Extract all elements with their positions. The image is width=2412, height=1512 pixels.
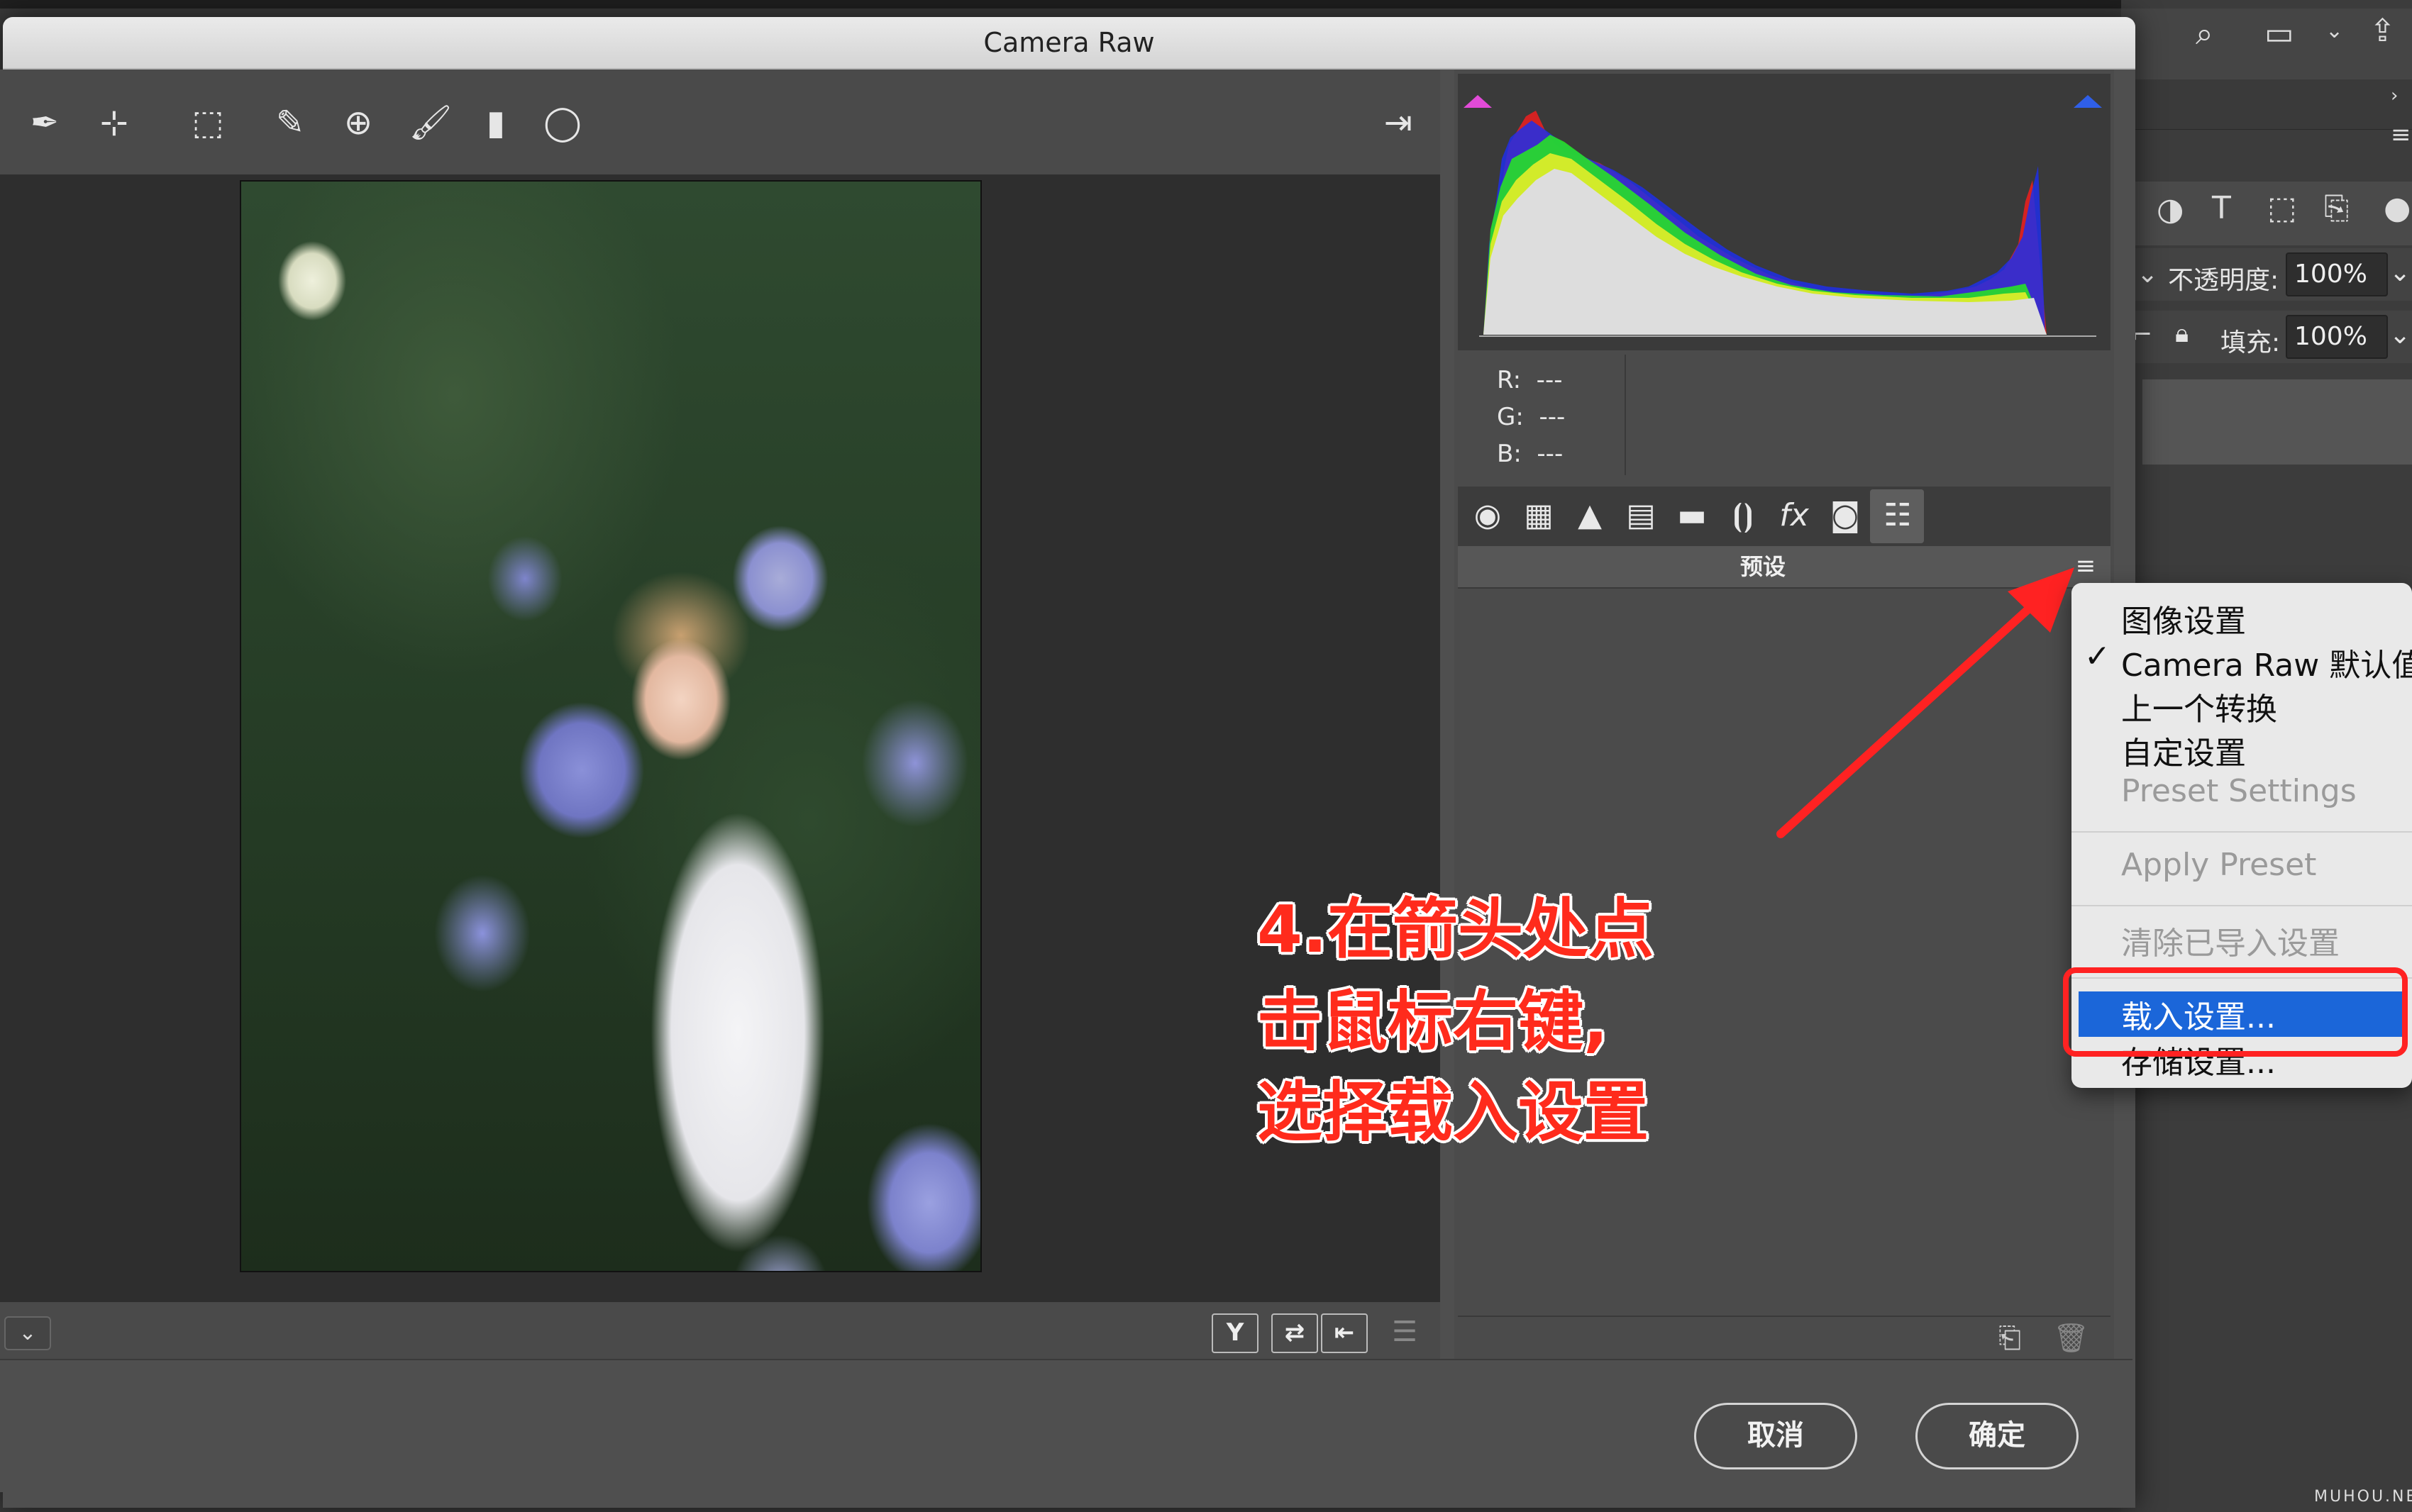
- trash-icon[interactable]: 🗑︎: [2053, 1321, 2089, 1356]
- view-settings-icon[interactable]: ☰: [1383, 1312, 1426, 1352]
- cancel-button[interactable]: 取消: [1694, 1403, 1857, 1469]
- graduated-filter-icon[interactable]: ▮: [471, 98, 521, 148]
- red-eye-icon[interactable]: ⊕: [333, 98, 383, 148]
- menu-separator: [2071, 831, 2412, 833]
- basic-icon[interactable]: ◉: [1463, 492, 1512, 539]
- r-readout: R: ---: [1497, 366, 1563, 394]
- menu-separator: [2071, 905, 2412, 906]
- layer-row[interactable]: [2142, 379, 2412, 465]
- tone-curve-icon[interactable]: ▦: [1514, 492, 1564, 539]
- menu-item-previous-conversion[interactable]: 上一个转换: [2121, 684, 2277, 729]
- lock-icon[interactable]: 🔒︎: [2175, 319, 2189, 349]
- adjustment-brush-icon[interactable]: 🖌︎: [406, 98, 455, 148]
- swap-settings-icon[interactable]: ⇄: [1271, 1313, 1318, 1353]
- chevron-right-icon[interactable]: ›: [2391, 85, 2398, 106]
- split-toning-icon[interactable]: ▬: [1667, 492, 1717, 539]
- annotation-line-2: 击鼠标右键,: [1257, 984, 1608, 1060]
- share-icon[interactable]: ⇪: [2369, 13, 2396, 49]
- shape-filter-icon[interactable]: ⬚: [2267, 190, 2297, 226]
- zoom-dropdown-button[interactable]: ⌄: [4, 1316, 51, 1350]
- adjustment-filter-icon[interactable]: ◑: [2157, 191, 2184, 228]
- g-readout: G: ---: [1497, 403, 1566, 431]
- chevron-down-icon[interactable]: ⌄: [2325, 18, 2343, 43]
- camera-calibration-icon[interactable]: ◙: [1820, 492, 1870, 539]
- chevron-down-icon[interactable]: ⌄: [2137, 260, 2158, 289]
- annotation-highlight-box: [2063, 967, 2408, 1057]
- histogram: [1458, 74, 2110, 350]
- annotation-line-1: 4.在箭头处点: [1257, 891, 1654, 967]
- transform-icon[interactable]: ⬚: [183, 98, 233, 148]
- effects-icon[interactable]: fx: [1769, 492, 1819, 539]
- search-icon[interactable]: ⌕: [2196, 16, 2213, 52]
- annotation-arrow: [1776, 567, 2074, 838]
- opacity-field[interactable]: 100%: [2286, 252, 2388, 296]
- chevron-down-icon[interactable]: ⌄: [2389, 258, 2411, 287]
- menu-item-camera-raw-defaults[interactable]: Camera Raw 默认值: [2121, 640, 2412, 685]
- ok-button[interactable]: 确定: [1915, 1403, 2079, 1469]
- panel-menu-icon[interactable]: ≡: [2391, 121, 2411, 149]
- menu-item-image-settings[interactable]: 图像设置: [2121, 596, 2246, 641]
- title-bar[interactable]: Camera Raw: [3, 17, 2135, 70]
- photoshop-panel-strip: [2121, 79, 2412, 130]
- menu-item-preset-settings: Preset Settings: [2121, 773, 2357, 809]
- menu-item-custom-settings[interactable]: 自定设置: [2121, 728, 2246, 773]
- fill-label: 填充:: [2220, 328, 2281, 357]
- chevron-down-icon[interactable]: ⌄: [2389, 321, 2411, 350]
- preview-photo: [240, 180, 982, 1272]
- menu-item-clear-imported-settings: 清除已导入设置: [2121, 925, 2340, 962]
- photoshop-menubar: [0, 0, 2412, 9]
- fill-field[interactable]: 100%: [2286, 315, 2388, 359]
- color-sampler-icon[interactable]: ⊹: [89, 98, 139, 148]
- tool-bar: ✒ ⊹ ⬚ ✎ ⊕ 🖌︎ ▮ ◯ ⇥: [0, 70, 1440, 174]
- menu-item-apply-preset: Apply Preset: [2121, 847, 2317, 883]
- annotation-line-3: 选择载入设置: [1257, 1074, 1649, 1150]
- fullscreen-toggle-icon[interactable]: ⇥: [1373, 98, 1423, 148]
- type-filter-icon[interactable]: T: [2212, 190, 2231, 226]
- smart-object-filter-icon[interactable]: ⎘: [2324, 190, 2349, 226]
- presets-icon[interactable]: ☷: [1873, 492, 1923, 539]
- detail-icon[interactable]: ▲: [1565, 492, 1615, 539]
- window-title: Camera Raw: [983, 27, 1155, 58]
- spot-removal-icon[interactable]: ✎: [265, 98, 315, 148]
- hsl-icon[interactable]: ▤: [1616, 492, 1666, 539]
- rgb-divider: [1625, 355, 1626, 475]
- opacity-label: 不透明度:: [2168, 266, 2279, 295]
- b-readout: B: ---: [1497, 440, 1564, 468]
- filter-toggle-icon[interactable]: ●: [2384, 190, 2411, 226]
- new-preset-icon[interactable]: ⎗: [1992, 1321, 2027, 1356]
- copy-settings-icon[interactable]: ⇤: [1321, 1313, 1368, 1353]
- lens-corrections-icon[interactable]: ⦗⦘: [1718, 492, 1768, 539]
- white-balance-icon[interactable]: ✒: [20, 98, 70, 148]
- watermark: MUHOU.NET: [2314, 1488, 2412, 1506]
- before-after-view-icon[interactable]: Y: [1212, 1313, 1258, 1353]
- radial-filter-icon[interactable]: ◯: [538, 98, 587, 148]
- workspace-icon[interactable]: ▭: [2264, 16, 2294, 52]
- check-icon: ✓: [2084, 638, 2110, 674]
